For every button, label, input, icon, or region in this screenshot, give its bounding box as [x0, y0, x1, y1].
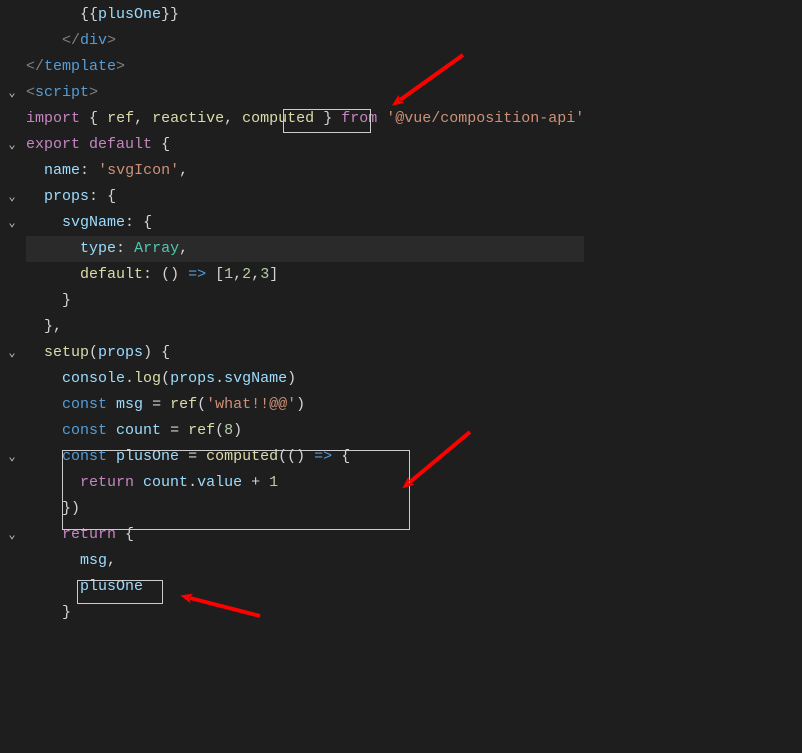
code-line[interactable]: <script>: [26, 80, 584, 106]
fold-toggle[interactable]: ⌄: [0, 184, 24, 210]
code-line[interactable]: return count.value + 1: [26, 470, 584, 496]
code-line[interactable]: }): [26, 496, 584, 522]
fold-toggle[interactable]: ⌄: [0, 210, 24, 236]
code-line[interactable]: type: Array,: [26, 236, 584, 262]
fold-toggle: [0, 262, 24, 288]
code-line[interactable]: export default {: [26, 132, 584, 158]
code-line[interactable]: props: {: [26, 184, 584, 210]
code-area[interactable]: {{plusOne}} </div></template><script>imp…: [24, 2, 584, 626]
code-line[interactable]: }: [26, 288, 584, 314]
code-line[interactable]: return {: [26, 522, 584, 548]
code-line[interactable]: svgName: {: [26, 210, 584, 236]
fold-toggle: [0, 106, 24, 132]
fold-toggle: [0, 548, 24, 574]
fold-toggle: [0, 314, 24, 340]
code-line[interactable]: {{plusOne}}: [26, 2, 584, 28]
fold-toggle: [0, 158, 24, 184]
fold-toggle: [0, 28, 24, 54]
fold-toggle: [0, 600, 24, 626]
code-line[interactable]: }: [26, 600, 584, 626]
code-line[interactable]: const count = ref(8): [26, 418, 584, 444]
fold-toggle: [0, 236, 24, 262]
fold-toggle[interactable]: ⌄: [0, 444, 24, 470]
fold-toggle: [0, 418, 24, 444]
code-line[interactable]: plusOne: [26, 574, 584, 600]
code-line[interactable]: name: 'svgIcon',: [26, 158, 584, 184]
code-line[interactable]: default: () => [1,2,3]: [26, 262, 584, 288]
fold-toggle[interactable]: ⌄: [0, 132, 24, 158]
fold-toggle: [0, 392, 24, 418]
fold-toggle[interactable]: ⌄: [0, 340, 24, 366]
fold-toggle: [0, 496, 24, 522]
code-line[interactable]: },: [26, 314, 584, 340]
code-line[interactable]: console.log(props.svgName): [26, 366, 584, 392]
fold-toggle[interactable]: ⌄: [0, 80, 24, 106]
fold-toggle: [0, 366, 24, 392]
fold-toggle[interactable]: ⌄: [0, 522, 24, 548]
fold-toggle: [0, 574, 24, 600]
code-line[interactable]: import { ref, reactive, computed } from …: [26, 106, 584, 132]
fold-toggle: [0, 288, 24, 314]
code-line[interactable]: const msg = ref('what!!@@'): [26, 392, 584, 418]
fold-toggle: [0, 54, 24, 80]
code-editor[interactable]: ⌄⌄⌄⌄⌄⌄⌄ {{plusOne}} </div></template><sc…: [0, 0, 802, 626]
fold-toggle: [0, 2, 24, 28]
code-line[interactable]: const plusOne = computed(() => {: [26, 444, 584, 470]
code-line[interactable]: setup(props) {: [26, 340, 584, 366]
fold-toggle: [0, 470, 24, 496]
code-line[interactable]: </template>: [26, 54, 584, 80]
code-line[interactable]: msg,: [26, 548, 584, 574]
code-line[interactable]: </div>: [26, 28, 584, 54]
fold-gutter[interactable]: ⌄⌄⌄⌄⌄⌄⌄: [0, 2, 24, 626]
